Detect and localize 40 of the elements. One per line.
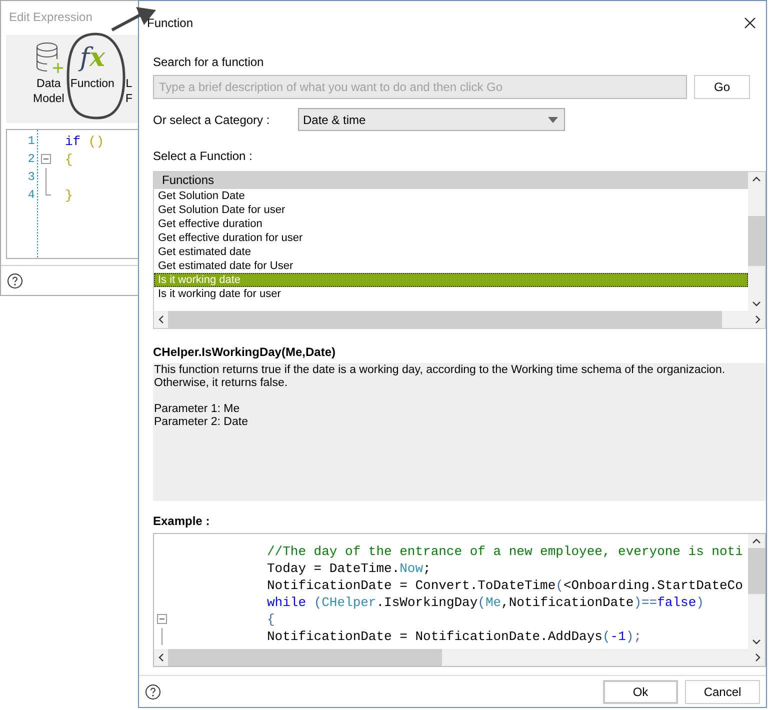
window-title: Edit Expression bbox=[8, 9, 92, 26]
code-line: Today = DateTime.Now; bbox=[267, 561, 431, 576]
code-line: { bbox=[267, 612, 275, 627]
description-text: Parameter 1: Me bbox=[154, 403, 241, 416]
line-number: 3 bbox=[26, 170, 35, 184]
list-item[interactable]: Is it working date for user bbox=[154, 287, 748, 301]
function-signature: CHelper.IsWorkingDay(Me,Date) bbox=[153, 344, 336, 361]
description-text: Otherwise, it returns false. bbox=[154, 377, 289, 390]
code-line: while (CHelper.IsWorkingDay(Me,NotificationDate)==false) bbox=[267, 595, 704, 610]
code-line: NotificationDate = Convert.ToDateTime(<Onboarding.StartDateCo bbox=[267, 578, 743, 593]
code-line: //The day of the entrance of a new employee, everyone is noti bbox=[267, 544, 743, 559]
code-line: NotificationDate = NotificationDate.AddDays(-1); bbox=[267, 629, 642, 644]
code-line: { bbox=[65, 152, 73, 166]
code-line: } bbox=[65, 188, 73, 202]
function-label: Select a Function : bbox=[153, 148, 252, 165]
example-label: Example : bbox=[153, 513, 210, 530]
data-model-button[interactable]: Data Model bbox=[33, 41, 64, 117]
line-number: 2 bbox=[26, 152, 35, 166]
line-number: 4 bbox=[26, 188, 35, 202]
list-item[interactable]: Get estimated date bbox=[154, 245, 748, 259]
search-field[interactable]: Type a brief description of what you want to do and then click Go bbox=[153, 75, 687, 99]
category-dropdown[interactable]: Date & time bbox=[298, 108, 565, 131]
window-title: Function bbox=[147, 16, 194, 30]
ok-button[interactable]: Ok bbox=[603, 680, 678, 704]
cancel-button[interactable]: Cancel bbox=[685, 680, 760, 704]
list-item[interactable]: Get Solution Date bbox=[154, 189, 748, 203]
list-item[interactable]: Get effective duration for user bbox=[154, 231, 748, 245]
toolbar-button[interactable]: L F bbox=[125, 41, 132, 117]
list-item[interactable]: Get Solution Date for user bbox=[154, 203, 748, 217]
fx-icon: fx bbox=[80, 41, 105, 77]
column-header: Functions bbox=[154, 172, 748, 189]
description-text: This function returns true if the date is a working day, according to the Working time schema of the organizacion. bbox=[154, 364, 726, 377]
description-text: Parameter 2: Date bbox=[154, 416, 249, 429]
line-number: 1 bbox=[26, 134, 35, 148]
code-line: if () bbox=[65, 134, 104, 148]
list-item[interactable]: Get estimated date for User bbox=[154, 259, 748, 273]
search-label: Search for a function bbox=[153, 54, 264, 71]
category-label: Or select a Category : bbox=[153, 112, 271, 126]
list-item[interactable]: Get effective duration bbox=[154, 217, 748, 231]
go-button[interactable]: Go bbox=[694, 75, 750, 99]
